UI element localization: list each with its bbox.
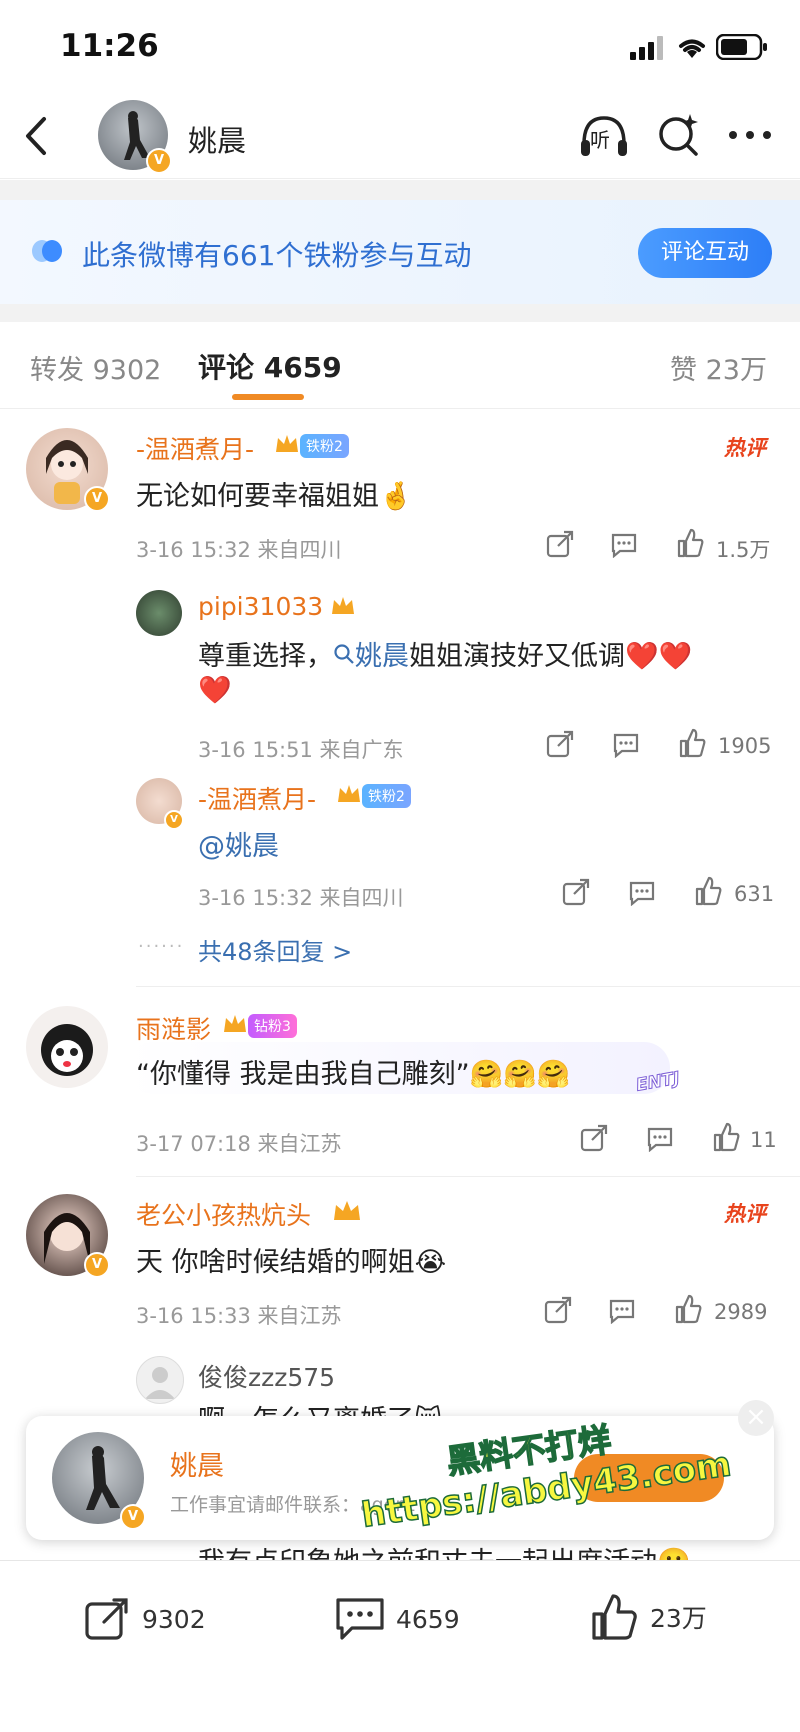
share-icon[interactable] <box>580 1124 608 1152</box>
like-icon[interactable] <box>694 876 722 906</box>
status-time: 11:26 <box>60 28 159 64</box>
verified-icon: V <box>164 810 184 830</box>
verified-icon: V <box>84 486 110 512</box>
crown-icon <box>224 1015 246 1032</box>
crown-icon <box>332 597 354 614</box>
reply-icon[interactable] <box>612 732 640 758</box>
wifi-icon <box>679 39 705 58</box>
fan-badge: 钻粉3 <box>248 1014 297 1038</box>
comment-icon <box>336 1598 384 1640</box>
like-icon <box>592 1594 637 1640</box>
like-action[interactable]: 23万 <box>590 1591 707 1643</box>
reply-text-start: 尊重选择， <box>198 641 333 672</box>
tab-comment[interactable]: 评论 4659 <box>198 346 342 386</box>
like-icon[interactable] <box>712 1122 740 1152</box>
like-count: 23万 <box>650 1604 707 1633</box>
fan-badge: 铁粉2 <box>300 434 349 458</box>
share-icon <box>85 1598 128 1640</box>
like-icon[interactable] <box>674 1294 702 1324</box>
post-tabs: 转发 9302 评论 4659 赞 23万 <box>0 320 800 409</box>
verified-icon: V <box>84 1252 110 1278</box>
reply-icon[interactable] <box>608 1298 636 1324</box>
fan-interaction-icon <box>32 240 62 262</box>
comment-text: “你懂得 我是由我自己雕刻”🤗🤗🤗 <box>136 1059 571 1090</box>
hot-comment-badge: 热评 <box>724 1202 766 1226</box>
tab-like[interactable]: 赞 23万 <box>670 348 767 387</box>
comment-meta: 3-16 15:32 来自四川 <box>136 538 342 562</box>
like-icon[interactable] <box>678 728 706 758</box>
reply-text-end: 姐姐演技好又低调❤️❤️ <box>409 641 693 672</box>
reply-meta: 3-16 15:51 来自广东 <box>198 738 404 762</box>
more-replies-link[interactable]: 共48条回复 > <box>198 932 352 967</box>
share-icon[interactable] <box>544 1296 572 1324</box>
comment-divider <box>136 986 800 987</box>
share-icon[interactable] <box>562 878 590 906</box>
like-count: 631 <box>734 882 775 906</box>
popup-name[interactable]: 姚晨 <box>170 1444 224 1483</box>
verified-icon: V <box>120 1504 146 1530</box>
reply-icon[interactable] <box>628 880 656 906</box>
more-replies-dots: ······ <box>138 936 185 957</box>
more-icon[interactable] <box>728 130 772 140</box>
comment-text: 天 你啥时候结婚的啊姐😭 <box>136 1247 447 1278</box>
back-icon[interactable] <box>22 116 50 156</box>
comment-text: 无论如何要幸福姐姐🤞 <box>136 481 413 512</box>
close-button[interactable]: × <box>738 1400 774 1436</box>
section-gap <box>0 180 800 200</box>
crown-icon <box>334 1201 360 1220</box>
repost-count: 9302 <box>142 1604 206 1634</box>
like-icon[interactable] <box>676 528 704 558</box>
reply-avatar[interactable] <box>136 1356 184 1404</box>
status-bar: 11:26 <box>0 0 800 96</box>
comment-divider <box>136 1176 800 1177</box>
reply-avatar[interactable] <box>136 590 182 636</box>
mention-name: 姚晨 <box>355 641 409 672</box>
reply-username[interactable]: 俊俊zzz575 <box>198 1358 335 1394</box>
comment-interact-button[interactable]: 评论互动 <box>638 228 772 278</box>
comment-username[interactable]: 老公小孩热炕头 <box>136 1196 311 1232</box>
default-avatar-icon <box>145 1367 175 1399</box>
reply-username[interactable]: pipi31033 <box>198 592 323 621</box>
repost-action[interactable]: 9302 <box>84 1595 206 1643</box>
signal-icon <box>630 36 663 60</box>
comment-action[interactable]: 4659 <box>334 1595 460 1643</box>
like-count: 1905 <box>718 734 772 758</box>
crown-icon <box>276 435 298 452</box>
comment-username[interactable]: 雨涟影 <box>136 1010 211 1046</box>
like-count: 2989 <box>714 1300 768 1324</box>
comment-username[interactable]: -温酒煮月- <box>136 430 254 466</box>
comment-count: 4659 <box>396 1604 460 1634</box>
comment-avatar[interactable] <box>26 1006 108 1088</box>
verified-icon: V <box>146 148 172 174</box>
reply-meta: 3-16 15:32 来自四川 <box>198 886 404 910</box>
search-icon[interactable] <box>656 112 702 158</box>
battery-icon <box>716 34 767 60</box>
reply-username[interactable]: -温酒煮月- <box>198 780 316 816</box>
header-username[interactable]: 姚晨 <box>188 118 246 160</box>
like-count: 1.5万 <box>716 538 771 562</box>
reply-icon[interactable] <box>646 1126 674 1152</box>
search-icon <box>334 644 354 664</box>
crown-icon <box>338 785 360 802</box>
share-icon[interactable] <box>546 530 574 558</box>
share-icon[interactable] <box>546 730 574 758</box>
fan-badge: 铁粉2 <box>362 784 411 808</box>
listen-label: 听 <box>590 128 610 152</box>
comment-meta: 3-16 15:33 来自江苏 <box>136 1304 342 1328</box>
tab-repost[interactable]: 转发 9302 <box>30 348 161 387</box>
reply-text: 尊重选择， 姚晨姐姐演技好又低调❤️❤️ <box>198 634 692 673</box>
bottom-action-bar: 9302 4659 23万 <box>0 1560 800 1732</box>
top-nav: V 姚晨 听 <box>0 96 800 179</box>
listen-button[interactable]: 听 <box>578 112 630 160</box>
reply-icon[interactable] <box>610 532 638 558</box>
hot-comment-badge: 热评 <box>724 436 766 460</box>
comment-meta: 3-17 07:18 来自江苏 <box>136 1132 342 1156</box>
like-count: 11 <box>750 1128 777 1152</box>
iron-fan-banner[interactable]: 此条微博有661个铁粉参与互动 评论互动 <box>0 200 800 304</box>
tab-active-indicator <box>232 394 304 400</box>
banner-text: 此条微博有661个铁粉参与互动 <box>82 239 472 272</box>
reply-text-wrap: ❤️ <box>198 675 232 706</box>
mention-link[interactable]: 姚晨 <box>333 641 409 672</box>
reply-text[interactable]: @姚晨 <box>198 824 279 863</box>
